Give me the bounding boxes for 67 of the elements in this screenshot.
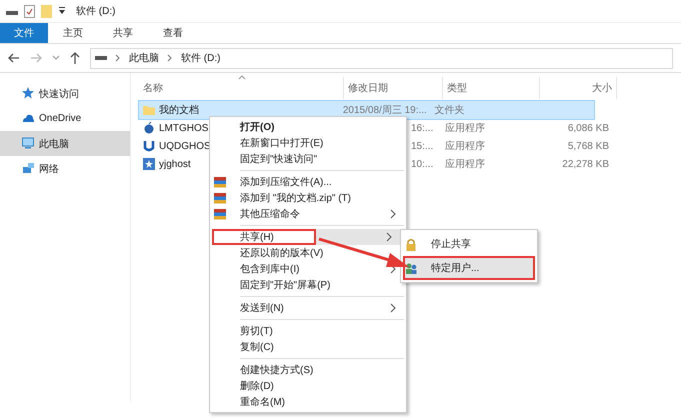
lock-icon xyxy=(405,238,417,250)
menu-item[interactable]: 固定到"快速访问" xyxy=(212,151,404,167)
sort-caret-icon xyxy=(238,75,246,80)
archive-icon xyxy=(214,192,226,204)
window-title: 软件 (D:) xyxy=(76,5,116,18)
menu-item[interactable]: 停止共享 xyxy=(403,232,535,256)
sidebar-item[interactable]: OneDrive xyxy=(0,106,130,131)
menu-item[interactable]: 特定用户... xyxy=(403,256,535,280)
menu-item[interactable]: 固定到"开始"屏幕(P) xyxy=(212,277,404,293)
column-header[interactable]: 大小 xyxy=(540,77,617,99)
dropdown-icon[interactable] xyxy=(58,7,66,15)
sidebar-item[interactable]: 网络 xyxy=(0,156,130,181)
file-name[interactable]: yjghost xyxy=(159,158,191,170)
ribbon-tab[interactable]: 主页 xyxy=(48,23,98,43)
breadcrumb[interactable]: 此电脑 xyxy=(129,51,159,65)
back-icon[interactable] xyxy=(8,53,20,63)
cloud-icon xyxy=(22,112,34,125)
file-name[interactable]: 我的文档 xyxy=(159,103,199,117)
chevron-down-icon[interactable] xyxy=(52,55,60,61)
menu-item[interactable]: 添加到 "我的文档.zip" (T) xyxy=(212,190,404,206)
up-icon[interactable] xyxy=(70,52,80,64)
network-icon xyxy=(22,162,34,175)
monitor-icon xyxy=(22,137,34,150)
archive-icon xyxy=(214,208,226,220)
menu-item[interactable]: 发送到(N) xyxy=(212,300,404,316)
address-bar[interactable]: 此电脑 软件 (D:) xyxy=(90,48,673,68)
file-name[interactable]: LMTGHOS xyxy=(159,122,208,134)
folder-icon xyxy=(143,104,155,116)
users-icon xyxy=(405,262,417,274)
type-cell-text: 应用程序 xyxy=(445,122,485,135)
menu-item[interactable]: 重命名(M) xyxy=(212,394,404,410)
date-cell: 16:... xyxy=(411,122,434,134)
size-cell: 5,768 KB xyxy=(568,140,609,152)
column-header[interactable]: 类型 xyxy=(443,77,540,99)
breadcrumb[interactable]: 软件 (D:) xyxy=(181,51,220,65)
size-cell: 6,086 KB xyxy=(568,122,609,134)
date-cell: 15:... xyxy=(411,140,434,152)
sidebar-item[interactable]: 此电脑 xyxy=(0,131,130,156)
size-cell: 22,278 KB xyxy=(562,158,609,170)
star-icon xyxy=(22,87,34,100)
menu-item[interactable]: 其他压缩命令 xyxy=(212,206,404,222)
menu-item[interactable]: 创建快捷方式(S) xyxy=(212,362,404,378)
date-cell-text: 2015/08/周三 19:... xyxy=(342,104,427,117)
type-cell-text: 文件夹 xyxy=(434,104,465,117)
file-name[interactable]: UQDGHOS xyxy=(159,140,211,152)
menu-item[interactable]: 打开(O) xyxy=(212,119,404,135)
sidebar-item[interactable]: 快速访问 xyxy=(0,81,130,106)
chevron-right-icon xyxy=(115,54,121,62)
column-header[interactable]: 名称 xyxy=(139,77,344,99)
menu-item[interactable]: 删除(D) xyxy=(212,378,404,394)
menu-item[interactable]: 还原以前的版本(V) xyxy=(212,245,404,261)
menu-item[interactable]: 复制(C) xyxy=(212,339,404,355)
ribbon-tab[interactable]: 查看 xyxy=(148,23,198,43)
type-cell-text: 应用程序 xyxy=(445,158,485,171)
archive-icon xyxy=(214,176,226,188)
menu-item[interactable]: 包含到库中(I) xyxy=(212,261,404,277)
date-cell: 10:... xyxy=(411,158,434,170)
column-header[interactable]: 修改日期 xyxy=(344,77,443,99)
menu-item[interactable]: 共享(H) xyxy=(212,229,316,245)
ribbon-tab[interactable]: 文件 xyxy=(0,23,48,43)
menu-item[interactable]: 在新窗口中打开(E) xyxy=(212,135,404,151)
chevron-right-icon xyxy=(167,54,173,62)
menu-item[interactable]: 添加到压缩文件(A)... xyxy=(212,174,404,190)
type-cell-text: 应用程序 xyxy=(445,140,485,153)
properties-icon[interactable] xyxy=(24,4,35,18)
ribbon-tab[interactable]: 共享 xyxy=(98,23,148,43)
menu-item[interactable]: 剪切(T) xyxy=(212,323,404,339)
